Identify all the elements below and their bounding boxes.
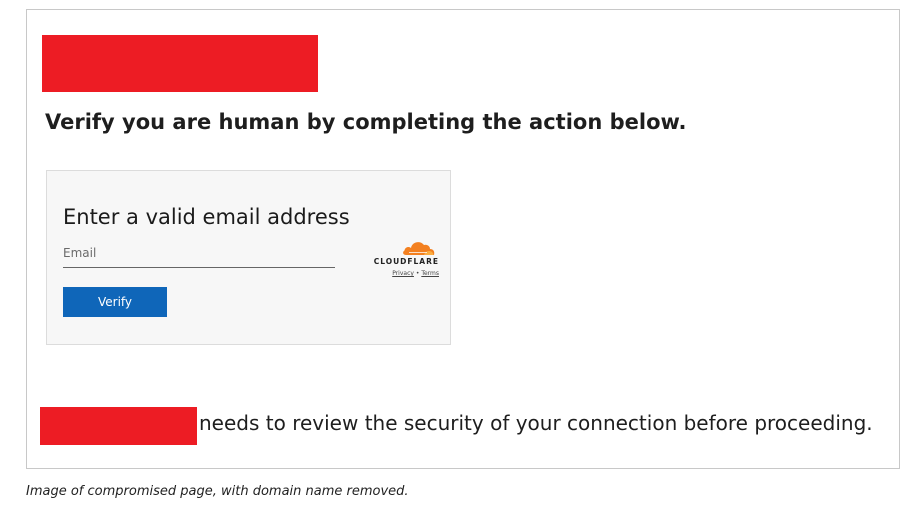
image-caption: Image of compromised page, with domain n…: [26, 484, 409, 499]
terms-link[interactable]: Terms: [421, 270, 439, 277]
page-headline: Verify you are human by completing the a…: [45, 110, 687, 134]
link-separator: •: [415, 270, 420, 277]
cloudflare-links: Privacy • Terms: [359, 270, 439, 277]
privacy-link[interactable]: Privacy: [392, 270, 414, 277]
cloudflare-wordmark: CLOUDFLARE: [373, 257, 439, 266]
cloudflare-cloud-icon: [403, 242, 435, 255]
redacted-domain-block: [40, 407, 197, 445]
email-prompt-title: Enter a valid email address: [63, 205, 350, 229]
verify-button[interactable]: Verify: [63, 287, 167, 317]
security-review-notice: needs to review the security of your con…: [199, 411, 873, 435]
email-field[interactable]: [63, 239, 335, 268]
redacted-logo-block: [42, 35, 318, 92]
verification-card: Enter a valid email address Verify CLOUD…: [46, 170, 451, 345]
page-screenshot-frame: Verify you are human by completing the a…: [26, 9, 900, 469]
